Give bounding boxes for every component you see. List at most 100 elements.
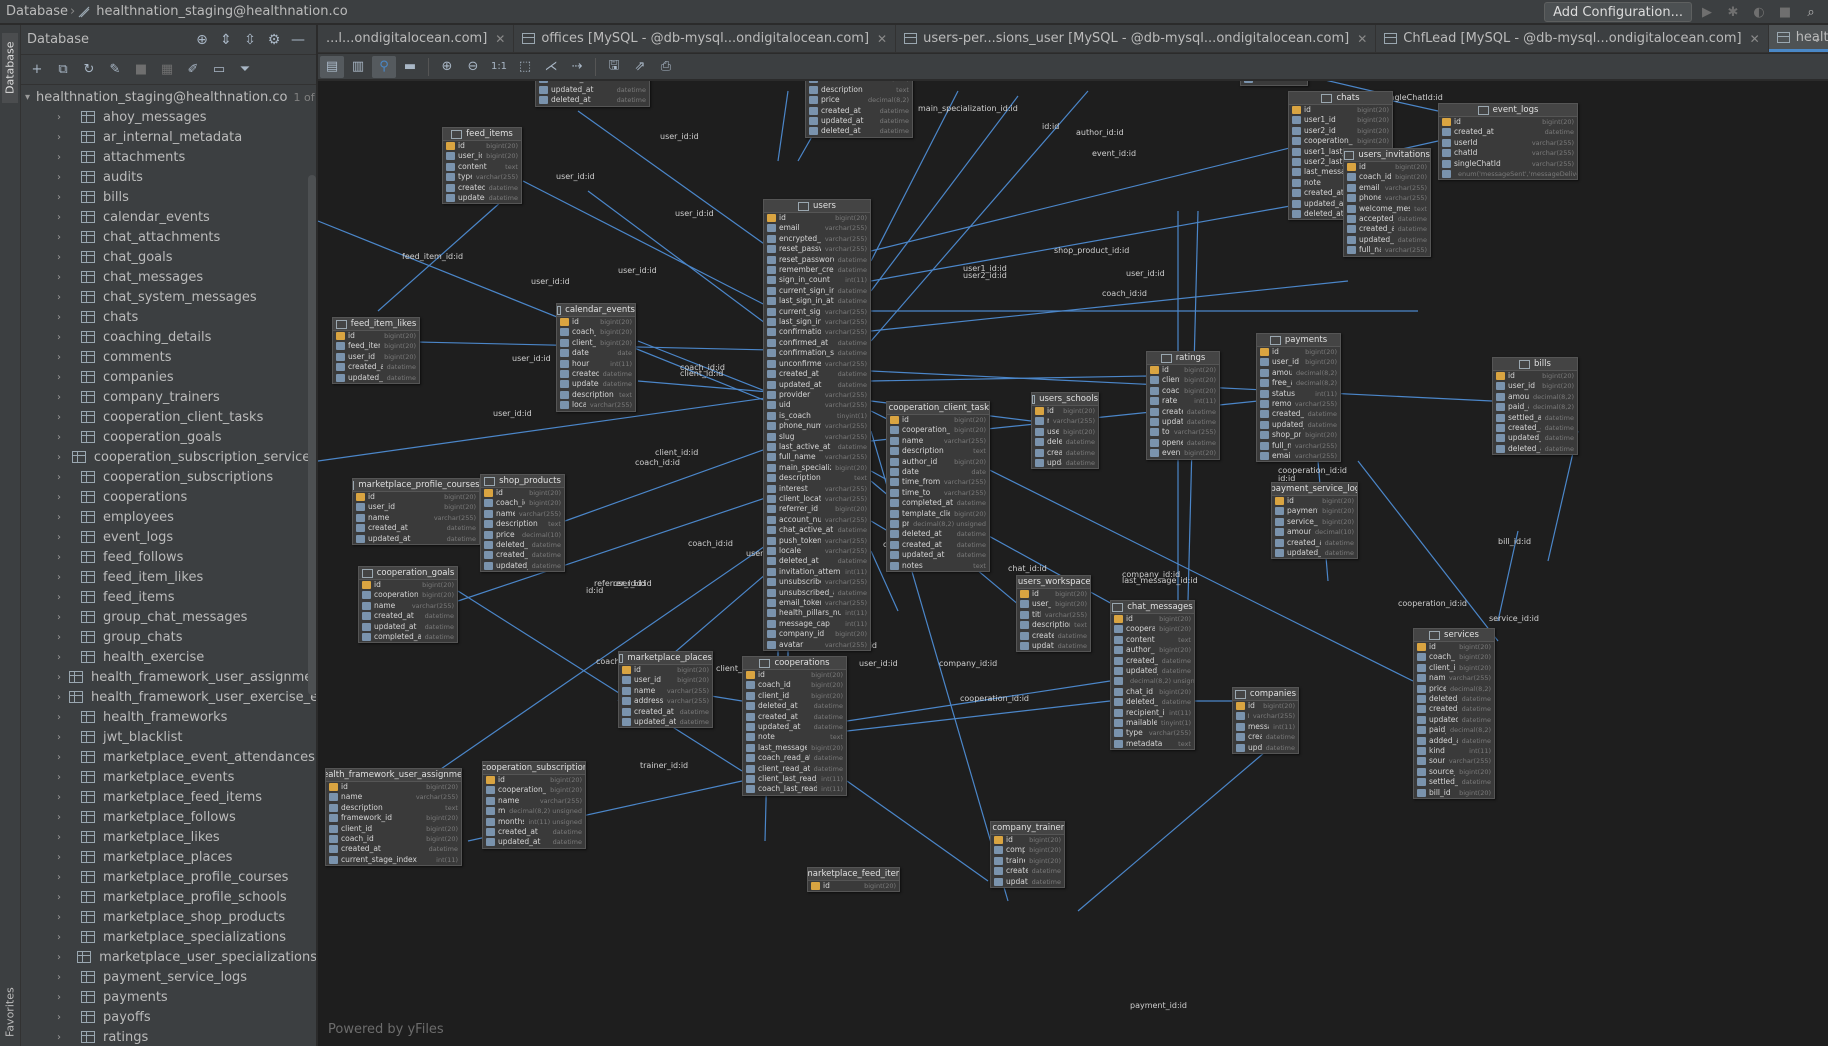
favorites-tool-window-button[interactable]: Favorites bbox=[2, 981, 18, 1043]
print-icon[interactable]: ⎙ bbox=[654, 56, 678, 78]
chevron-right-icon[interactable]: › bbox=[57, 272, 73, 283]
entity-services[interactable]: servicesidbigint(20)coach_idbigint(20)cl… bbox=[1413, 628, 1495, 800]
relationship-edge[interactable] bbox=[846, 700, 1111, 732]
chevron-right-icon[interactable]: › bbox=[57, 972, 73, 983]
chevron-right-icon[interactable]: › bbox=[57, 192, 73, 203]
add-configuration-button[interactable]: Add Configuration... bbox=[1544, 2, 1692, 22]
relationship-edge[interactable] bbox=[846, 780, 989, 882]
chevron-right-icon[interactable]: › bbox=[57, 652, 73, 663]
chevron-right-icon[interactable]: › bbox=[57, 592, 73, 603]
chevron-right-icon[interactable]: › bbox=[57, 432, 73, 443]
coverage-icon[interactable]: ◐ bbox=[1748, 2, 1770, 22]
properties-icon[interactable]: ✎ bbox=[103, 59, 127, 81]
chevron-right-icon[interactable]: › bbox=[57, 612, 73, 623]
tree-table-item[interactable]: › attachments bbox=[21, 147, 316, 167]
chevron-right-icon[interactable]: › bbox=[57, 132, 73, 143]
entity-bills[interactable]: billsidbigint(20)user_idbigint(20)amount… bbox=[1492, 357, 1578, 456]
tab-chflead[interactable]: ChfLead [MySQL - @db-mysql...ondigitaloc… bbox=[1376, 25, 1769, 52]
entity-users[interactable]: users id bigint(20) email varchar(255) encryp… bbox=[763, 199, 871, 652]
chevron-right-icon[interactable]: › bbox=[57, 952, 69, 963]
chevron-right-icon[interactable]: › bbox=[57, 732, 73, 743]
entity-company-trainers[interactable]: company_trainersidbigint(20)company_idbi… bbox=[990, 821, 1065, 889]
chevron-right-icon[interactable]: › bbox=[57, 572, 73, 583]
chevron-right-icon[interactable]: › bbox=[57, 232, 73, 243]
entity-users-invitations[interactable]: users_invitations id bigint(20) coach_id big… bbox=[1343, 148, 1431, 257]
stop-icon[interactable]: ■ bbox=[129, 59, 153, 81]
entity-marketplace-feed-items[interactable]: marketplace_feed_itemsid bigint(20) bbox=[807, 867, 900, 893]
tree-scrollbar[interactable] bbox=[308, 175, 316, 695]
close-icon[interactable]: ✕ bbox=[1750, 32, 1760, 46]
tree-table-item[interactable]: › chat_messages bbox=[21, 267, 316, 287]
tree-table-item[interactable]: › payoffs bbox=[21, 1007, 316, 1027]
tree-table-item[interactable]: › feed_item_likes bbox=[21, 567, 316, 587]
tree-table-item[interactable]: › marketplace_likes bbox=[21, 827, 316, 847]
chevron-right-icon[interactable]: › bbox=[57, 392, 73, 403]
chevron-right-icon[interactable]: › bbox=[57, 472, 73, 483]
apply-layout-icon[interactable]: ⇢ bbox=[565, 56, 589, 78]
chevron-right-icon[interactable]: › bbox=[57, 492, 73, 503]
entity-health-framework-user-assignments[interactable]: health_framework_user_assignmentsid bigin… bbox=[325, 768, 462, 867]
tabs-overflow-icon[interactable]: ⌄ bbox=[1812, 31, 1822, 45]
entity-marketplace-places[interactable]: marketplace_places id bigint(20) user_id big… bbox=[618, 651, 713, 729]
entity-shop-products[interactable]: shop_productsid bigint(20) coach_id bigint(… bbox=[480, 474, 565, 573]
show-edges-icon[interactable]: ⚲ bbox=[372, 55, 396, 78]
relationship-edge[interactable] bbox=[777, 90, 789, 162]
close-icon[interactable]: ✕ bbox=[877, 32, 887, 46]
chevron-right-icon[interactable]: › bbox=[57, 292, 73, 303]
zoom-out-icon[interactable]: ⊖ bbox=[461, 56, 485, 78]
tree-table-item[interactable]: › cooperation_goals bbox=[21, 427, 316, 447]
tree-table-item[interactable]: › marketplace_feed_items bbox=[21, 787, 316, 807]
tree-table-item[interactable]: › payments bbox=[21, 987, 316, 1007]
chevron-right-icon[interactable]: › bbox=[57, 992, 73, 1003]
export-icon[interactable]: ⇗ bbox=[628, 56, 652, 78]
chevron-right-icon[interactable]: › bbox=[57, 792, 73, 803]
chevron-right-icon[interactable]: › bbox=[57, 152, 73, 163]
relationship-edge[interactable] bbox=[1077, 740, 1279, 912]
chevron-right-icon[interactable]: › bbox=[57, 932, 73, 943]
tree-table-item[interactable]: › feed_follows bbox=[21, 547, 316, 567]
duplicate-icon[interactable]: ⧉ bbox=[51, 59, 75, 81]
tree-table-item[interactable]: › companies bbox=[21, 367, 316, 387]
edit-icon[interactable]: ✐ bbox=[181, 59, 205, 81]
chevron-right-icon[interactable]: › bbox=[57, 532, 73, 543]
tree-table-item[interactable]: › payment_service_logs bbox=[21, 967, 316, 987]
database-tool-window-button[interactable]: Database bbox=[2, 33, 18, 103]
tree-table-item[interactable]: › marketplace_places bbox=[21, 847, 316, 867]
tree-table-item[interactable]: › cooperation_client_tasks bbox=[21, 407, 316, 427]
tree-table-item[interactable]: › marketplace_events bbox=[21, 767, 316, 787]
entity-ratings[interactable]: ratingsidbigint(20)client_idbigint(20)co… bbox=[1146, 351, 1220, 460]
tree-table-item[interactable]: › cooperations bbox=[21, 487, 316, 507]
hide-panel-icon[interactable]: — bbox=[286, 32, 310, 48]
chevron-right-icon[interactable]: › bbox=[57, 892, 73, 903]
search-everywhere-icon[interactable]: ⌕ bbox=[1800, 2, 1822, 22]
tree-table-item[interactable]: › company_trainers bbox=[21, 387, 316, 407]
table-view-icon[interactable]: ▦ bbox=[155, 59, 179, 81]
tree-table-item[interactable]: › employees bbox=[21, 507, 316, 527]
chevron-right-icon[interactable]: › bbox=[57, 712, 73, 723]
tree-table-item[interactable]: › chat_attachments bbox=[21, 227, 316, 247]
entity-marketplace-profile-courses[interactable]: marketplace_profile_courses id bigint(20) u… bbox=[352, 478, 480, 546]
collapse-all-icon[interactable]: ⇳ bbox=[238, 32, 262, 48]
entity-payments[interactable]: payments id bigint(20) user_id bigint(20) amo… bbox=[1256, 333, 1341, 463]
tree-table-item[interactable]: › health_frameworks bbox=[21, 707, 316, 727]
chevron-right-icon[interactable]: › bbox=[57, 552, 73, 563]
chevron-down-icon[interactable]: ▾ bbox=[25, 92, 30, 103]
chevron-right-icon[interactable]: › bbox=[57, 412, 73, 423]
chevron-right-icon[interactable]: › bbox=[57, 912, 73, 923]
chevron-right-icon[interactable]: › bbox=[57, 112, 73, 123]
chevron-right-icon[interactable]: › bbox=[57, 512, 73, 523]
diagram-canvas[interactable]: user_id:id user_id:id user_id:id user_id:id… bbox=[318, 81, 1828, 1046]
tree-table-item[interactable]: › jwt_blacklist bbox=[21, 727, 316, 747]
chevron-right-icon[interactable]: › bbox=[57, 212, 73, 223]
tree-table-item[interactable]: › audits bbox=[21, 167, 316, 187]
relationship-edge[interactable] bbox=[1357, 460, 1499, 642]
filter-icon[interactable]: ⏷ bbox=[233, 59, 257, 81]
fit-content-icon[interactable]: ⬚ bbox=[513, 56, 537, 78]
tree-table-item[interactable]: › chats bbox=[21, 307, 316, 327]
entity-feed-items[interactable]: feed_itemsidbigint(20)user_idbigint(20)c… bbox=[442, 127, 522, 205]
relationship-edge[interactable] bbox=[870, 200, 1319, 282]
tree-table-item[interactable]: › cooperation_subscription_services bbox=[21, 447, 316, 467]
schema-count-badge[interactable]: 1 of 5 bbox=[293, 91, 316, 104]
tree-table-item[interactable]: › marketplace_profile_courses bbox=[21, 867, 316, 887]
chevron-right-icon[interactable]: › bbox=[57, 172, 73, 183]
